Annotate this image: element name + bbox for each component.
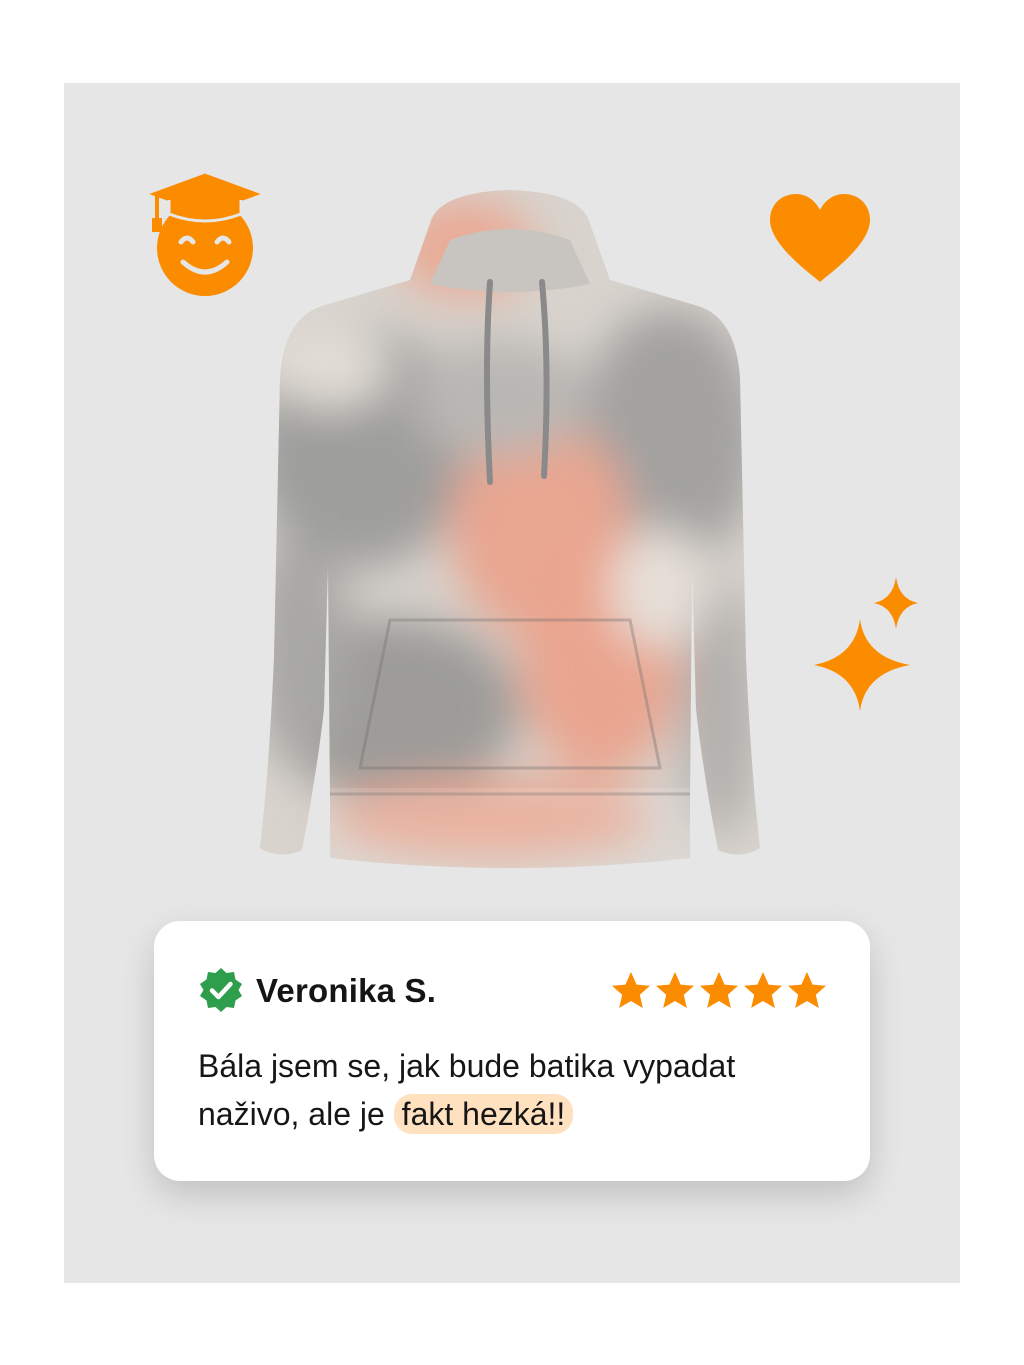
- review-line-2-prefix: naživo, ale je: [198, 1096, 385, 1132]
- reviewer-name: Veronika S.: [256, 972, 437, 1009]
- review-highlight: fakt hezká!!: [393, 1094, 574, 1134]
- star-icon: [744, 972, 782, 1008]
- heart-icon: [770, 194, 870, 282]
- review-text: Bála jsem se, jak bude batika vypadat na…: [198, 1042, 838, 1138]
- star-icon: [656, 972, 694, 1008]
- review-line-1: Bála jsem se, jak bude batika vypadat: [198, 1048, 736, 1084]
- verified-badge-icon: [200, 968, 242, 1012]
- star-icon: [700, 972, 738, 1008]
- review-line-2: naživo, ale je fakt hezká!!: [198, 1090, 838, 1138]
- sparkles-icon: [814, 577, 918, 711]
- star-icon: [612, 972, 650, 1008]
- star-icon: [788, 972, 826, 1008]
- tie-dye-hoodie-image: [260, 190, 760, 868]
- star-rating: [610, 970, 828, 1012]
